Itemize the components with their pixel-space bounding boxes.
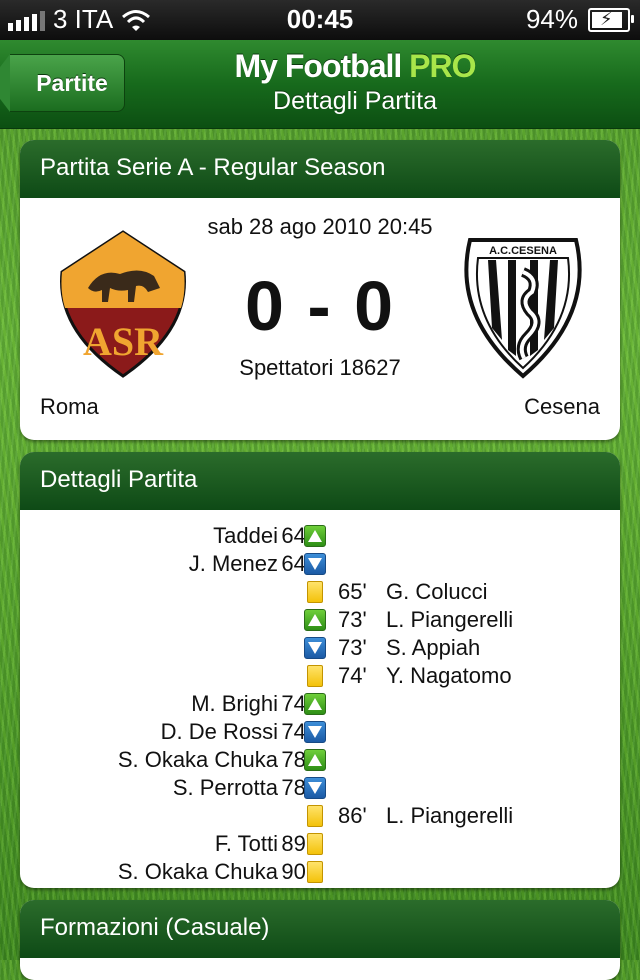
event-player: M. Brighi	[191, 691, 278, 716]
app-name-pro: PRO	[409, 48, 476, 84]
yellow-card-icon	[307, 581, 323, 603]
match-card-header: Partita Serie A - Regular Season	[20, 140, 620, 198]
yellow-card-icon	[307, 665, 323, 687]
match-card: Partita Serie A - Regular Season ASR sab…	[20, 140, 620, 440]
away-team-name: Cesena	[524, 394, 600, 419]
arrow-up-icon	[304, 693, 326, 715]
event-player: L. Piangerelli	[386, 607, 514, 632]
event-minute: 90'	[281, 859, 310, 884]
event-player: Y. Nagatomo	[386, 663, 512, 688]
arrow-up-icon	[304, 609, 326, 631]
event-player: S. Okaka Chuka	[117, 859, 278, 884]
event-row: S. Okaka Chuka 78'	[20, 747, 620, 775]
event-player: D. De Rossi	[160, 719, 278, 744]
lineups-card-header[interactable]: Formazioni (Casuale)	[20, 900, 620, 958]
yellow-card-icon	[307, 861, 323, 883]
event-row: Y. Nagatomo 74'	[20, 663, 620, 691]
event-row: D. De Rossi 74'	[20, 719, 620, 747]
event-row: F. Totti 89'	[20, 831, 620, 859]
event-row: L. Piangerelli 73'	[20, 607, 620, 635]
cesena-logo-text: A.C.CESENA	[489, 245, 557, 257]
nav-title: My Football PRO Dettagli Partita	[130, 48, 580, 116]
battery-icon: ⚡	[588, 7, 634, 32]
event-player: Taddei	[213, 523, 278, 548]
home-team-name: Roma	[40, 394, 99, 419]
event-player: F. Totti	[214, 831, 278, 856]
status-bar: 3 ITA 00:45 94% ⚡	[0, 0, 640, 40]
event-row: M. Brighi 74'	[20, 691, 620, 719]
event-minute: 73'	[338, 635, 367, 660]
details-card: Dettagli Partita Taddei 64' J. Menez 64' G. …	[20, 452, 620, 888]
arrow-down-icon	[304, 637, 326, 659]
arrow-up-icon	[304, 525, 326, 547]
event-row: G. Colucci 65'	[20, 579, 620, 607]
yellow-card-icon	[307, 833, 323, 855]
match-summary: ASR sab 28 ago 2010 20:45 0 - 0 Spettato…	[20, 198, 620, 440]
charging-bolt-icon: ⚡	[600, 8, 613, 29]
event-minute: 89'	[281, 831, 310, 856]
app-name: My Football PRO	[130, 48, 580, 85]
event-row: S. Perrotta 78'	[20, 775, 620, 803]
event-row: L. Piangerelli 86'	[20, 803, 620, 831]
event-row: Taddei 64'	[20, 523, 620, 551]
lineups-card[interactable]: Formazioni (Casuale)	[20, 900, 620, 980]
event-player: J. Menez	[188, 551, 278, 576]
app-name-main: My Football	[234, 48, 403, 84]
event-player: L. Piangerelli	[386, 803, 514, 828]
event-row: S. Okaka Chuka 90'	[20, 859, 620, 887]
event-minute: 86'	[338, 803, 367, 828]
yellow-card-icon	[307, 805, 323, 827]
cesena-logo-icon: A.C.CESENA	[464, 238, 582, 379]
event-row: S. Appiah 73'	[20, 635, 620, 663]
event-minute: 74'	[338, 663, 367, 688]
arrow-down-icon	[304, 553, 326, 575]
arrow-down-icon	[304, 721, 326, 743]
arrow-up-icon	[304, 749, 326, 771]
event-minute: 73'	[338, 607, 367, 632]
event-player: S. Okaka Chuka	[117, 747, 278, 772]
event-row: J. Menez 64'	[20, 551, 620, 579]
event-player: G. Colucci	[386, 579, 488, 604]
battery-percent: 94%	[525, 4, 578, 34]
back-button[interactable]: Partite	[0, 54, 125, 112]
page-subtitle: Dettagli Partita	[273, 87, 437, 115]
arrow-down-icon	[304, 777, 326, 799]
event-minute: 65'	[338, 579, 367, 604]
event-player: S. Perrotta	[172, 775, 278, 800]
event-player: S. Appiah	[386, 635, 481, 660]
events-list: Taddei 64' J. Menez 64' G. Colucci 65' L. Pian…	[20, 510, 620, 887]
navigation-bar: Partite My Football PRO Dettagli Partita	[0, 40, 640, 129]
details-card-header: Dettagli Partita	[20, 452, 620, 510]
